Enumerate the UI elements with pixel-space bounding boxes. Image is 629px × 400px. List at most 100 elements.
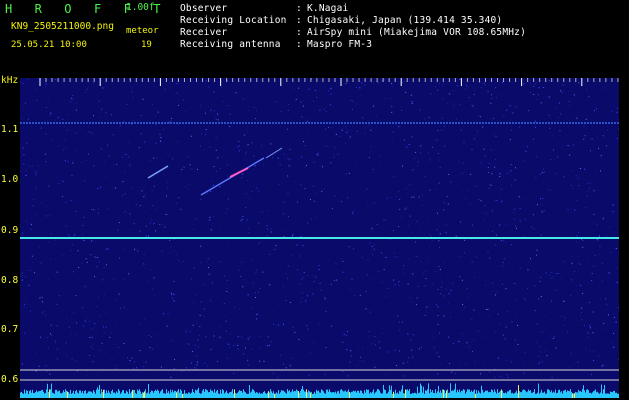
- noise-floor-bar: [203, 389, 204, 398]
- noise-floor-bar: [335, 391, 336, 398]
- noise-pixel: [426, 306, 428, 308]
- noise-pixel: [419, 226, 421, 228]
- noise-pixel: [219, 186, 221, 188]
- noise-floor-bar: [202, 390, 203, 398]
- noise-floor-bar: [230, 392, 231, 398]
- noise-pixel: [460, 221, 462, 223]
- noise-pixel: [307, 120, 308, 122]
- noise-pixel: [209, 219, 211, 221]
- noise-pixel: [468, 97, 470, 99]
- noise-pixel: [285, 300, 287, 301]
- noise-pixel: [278, 305, 280, 307]
- noise-floor-bar: [40, 390, 41, 398]
- noise-pixel: [446, 196, 448, 197]
- noise-pixel: [347, 330, 348, 332]
- noise-pixel: [589, 188, 590, 190]
- noise-pixel: [568, 105, 570, 106]
- noise-pixel: [123, 278, 125, 280]
- noise-floor-bar: [85, 390, 86, 398]
- noise-pixel: [572, 235, 573, 237]
- noise-floor-bar: [359, 392, 360, 398]
- noise-pixel: [546, 188, 548, 190]
- noise-pixel: [436, 229, 438, 231]
- noise-pixel: [588, 301, 590, 303]
- noise-pixel: [485, 284, 487, 286]
- noise-pixel: [166, 202, 168, 204]
- noise-floor-bar: [106, 390, 107, 398]
- noise-floor-bar: [206, 389, 207, 398]
- noise-floor-bar: [393, 391, 394, 398]
- noise-pixel: [239, 145, 240, 147]
- noise-pixel: [472, 105, 474, 107]
- noise-floor-bar: [215, 392, 216, 398]
- noise-pixel: [313, 161, 315, 163]
- noise-floor-bar: [581, 392, 582, 398]
- noise-pixel: [29, 165, 30, 167]
- noise-pixel: [228, 242, 230, 244]
- noise-pixel: [548, 96, 550, 98]
- noise-pixel: [361, 161, 363, 163]
- noise-pixel: [494, 159, 496, 161]
- noise-floor-bar: [356, 392, 357, 398]
- noise-floor-bar: [599, 393, 600, 398]
- noise-pixel: [540, 296, 542, 297]
- noise-pixel: [152, 288, 154, 290]
- noise-pixel: [381, 80, 383, 82]
- noise-pixel: [467, 296, 469, 298]
- noise-pixel: [437, 373, 439, 375]
- noise-pixel: [133, 223, 135, 225]
- noise-pixel: [240, 276, 242, 277]
- noise-pixel: [54, 119, 56, 121]
- noise-pixel: [408, 258, 410, 260]
- noise-pixel: [538, 87, 540, 89]
- noise-pixel: [550, 117, 552, 119]
- noise-floor-bar: [386, 393, 387, 398]
- noise-pixel: [56, 271, 58, 273]
- noise-floor-bar: [414, 392, 415, 398]
- noise-pixel: [319, 282, 321, 284]
- noise-floor-bar: [411, 393, 412, 398]
- noise-pixel: [261, 211, 263, 213]
- noise-pixel: [384, 78, 386, 80]
- noise-pixel: [359, 294, 361, 296]
- noise-pixel: [490, 184, 492, 186]
- noise-floor-bar: [198, 387, 199, 398]
- noise-pixel: [581, 319, 583, 321]
- noise-pixel: [345, 334, 347, 336]
- noise-floor-bar: [536, 393, 537, 398]
- noise-pixel: [229, 113, 231, 115]
- noise-pixel: [524, 219, 526, 221]
- noise-pixel: [337, 91, 339, 93]
- noise-pixel: [103, 332, 105, 334]
- noise-pixel: [21, 234, 23, 236]
- noise-pixel: [140, 133, 142, 135]
- noise-floor-bar: [297, 390, 298, 398]
- noise-pixel: [245, 207, 247, 209]
- noise-pixel: [371, 227, 373, 229]
- noise-pixel: [181, 370, 183, 372]
- noise-pixel: [498, 192, 500, 194]
- noise-floor-bar: [470, 392, 471, 398]
- noise-floor-bar: [278, 390, 279, 398]
- noise-pixel: [205, 129, 207, 131]
- noise-pixel: [191, 295, 192, 297]
- noise-pixel: [301, 156, 303, 158]
- noise-pixel: [599, 246, 601, 248]
- noise-pixel: [501, 253, 503, 255]
- noise-floor-bar: [219, 393, 220, 398]
- noise-floor-bar: [423, 386, 424, 398]
- noise-pixel: [287, 109, 289, 111]
- noise-pixel: [270, 341, 272, 343]
- noise-floor-bar: [281, 390, 282, 398]
- noise-floor-bar: [221, 393, 222, 398]
- noise-pixel: [285, 273, 287, 274]
- noise-floor-bar: [518, 385, 519, 398]
- noise-floor-bar: [293, 391, 294, 398]
- noise-pixel: [196, 322, 198, 324]
- noise-pixel: [306, 164, 307, 166]
- noise-floor-bar: [23, 393, 24, 398]
- noise-floor-bar: [484, 391, 485, 398]
- noise-floor-bar: [36, 390, 37, 398]
- noise-floor-bar: [405, 389, 406, 398]
- noise-pixel: [596, 224, 598, 225]
